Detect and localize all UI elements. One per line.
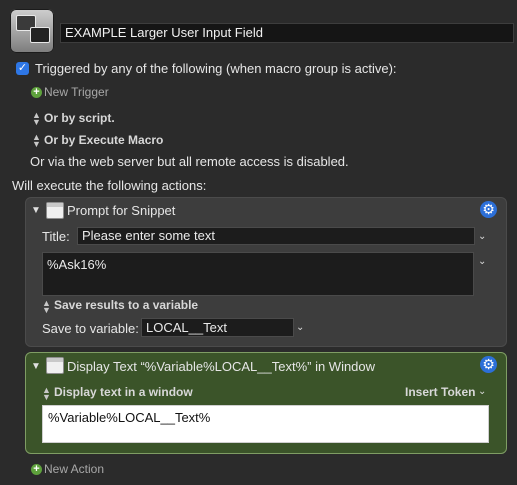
- save-results-toggle[interactable]: Save results to a variable: [54, 298, 198, 312]
- chevron-updown-icon[interactable]: ▲ ▼: [32, 111, 41, 127]
- action1-title: Prompt for Snippet: [67, 203, 176, 218]
- chevron-down-icon[interactable]: ⌄: [478, 256, 486, 267]
- title-label: Title:: [42, 229, 70, 244]
- action2-title: Display Text “%Variable%LOCAL__Text%” in…: [67, 359, 376, 374]
- chevron-updown-icon[interactable]: ▲ ▼: [42, 299, 51, 315]
- save-to-variable-input[interactable]: LOCAL__Text: [141, 318, 294, 337]
- new-action-link[interactable]: New Action: [44, 462, 104, 476]
- gear-icon[interactable]: ⚙: [480, 201, 497, 218]
- chevron-down-icon[interactable]: ⌄: [296, 322, 304, 333]
- plus-circle-icon[interactable]: +: [31, 87, 42, 98]
- insert-token-menu[interactable]: Insert Token: [405, 385, 475, 399]
- plus-circle-icon[interactable]: +: [31, 464, 42, 475]
- chevron-updown-icon[interactable]: ▲ ▼: [42, 386, 51, 402]
- or-by-execute-macro-toggle[interactable]: Or by Execute Macro: [44, 133, 163, 147]
- app-window-icon: [46, 357, 64, 374]
- disclosure-triangle-icon[interactable]: ▼: [31, 361, 41, 372]
- trigger-checkbox[interactable]: ✓: [16, 62, 29, 75]
- title-input[interactable]: Please enter some text: [77, 227, 475, 245]
- macro-icon[interactable]: [10, 9, 54, 53]
- new-trigger-link[interactable]: New Trigger: [44, 85, 109, 99]
- chevron-down-icon[interactable]: ⌄: [478, 386, 486, 397]
- display-text-input[interactable]: %Variable%LOCAL__Text%: [42, 405, 489, 443]
- disclosure-triangle-icon[interactable]: ▼: [31, 205, 41, 216]
- macro-name-field[interactable]: EXAMPLE Larger User Input Field: [60, 23, 514, 43]
- trigger-label: Triggered by any of the following (when …: [35, 61, 397, 76]
- web-server-note: Or via the web server but all remote acc…: [30, 154, 349, 169]
- chevron-down-icon[interactable]: ⌄: [478, 231, 486, 242]
- snippet-text-area[interactable]: %Ask16%: [42, 252, 474, 296]
- actions-header: Will execute the following actions:: [12, 178, 207, 193]
- save-to-variable-label: Save to variable:: [42, 321, 139, 336]
- chevron-updown-icon[interactable]: ▲ ▼: [32, 133, 41, 149]
- display-mode-toggle[interactable]: Display text in a window: [54, 385, 193, 399]
- or-by-script-toggle[interactable]: Or by script.: [44, 111, 115, 125]
- app-window-icon: [46, 202, 64, 219]
- gear-icon[interactable]: ⚙: [480, 356, 497, 373]
